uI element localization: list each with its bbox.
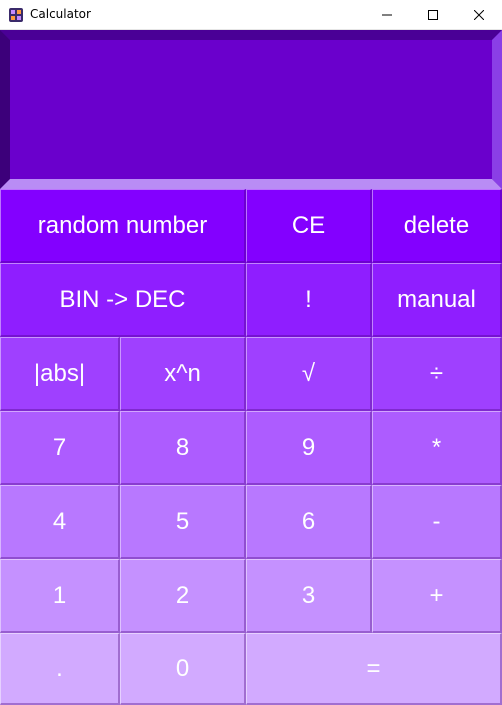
keypad: random number CE delete BIN -> DEC ! man… [0,189,502,705]
delete-button[interactable]: delete [372,189,502,263]
calculator-app-icon [8,7,24,23]
digit-7-button[interactable]: 7 [0,411,120,485]
minimize-button[interactable] [364,0,410,30]
random-number-button[interactable]: random number [0,189,246,263]
digit-9-button[interactable]: 9 [246,411,372,485]
maximize-button[interactable] [410,0,456,30]
digit-2-button[interactable]: 2 [120,559,246,633]
divide-button[interactable]: ÷ [372,337,502,411]
bin-to-dec-button[interactable]: BIN -> DEC [0,263,246,337]
abs-button[interactable]: |abs| [0,337,120,411]
display-bevel [0,30,502,189]
equals-button[interactable]: = [246,633,502,705]
multiply-button[interactable]: * [372,411,502,485]
power-button[interactable]: x^n [120,337,246,411]
window-title: Calculator [30,7,91,21]
digit-8-button[interactable]: 8 [120,411,246,485]
minus-button[interactable]: - [372,485,502,559]
digit-6-button[interactable]: 6 [246,485,372,559]
title-bar: Calculator [0,0,502,30]
digit-4-button[interactable]: 4 [0,485,120,559]
digit-1-button[interactable]: 1 [0,559,120,633]
display-panel [0,30,502,189]
square-root-button[interactable]: √ [246,337,372,411]
close-icon [474,10,484,20]
plus-button[interactable]: + [372,559,502,633]
minimize-icon [382,14,392,16]
clear-entry-button[interactable]: CE [246,189,372,263]
close-button[interactable] [456,0,502,30]
digit-5-button[interactable]: 5 [120,485,246,559]
manual-button[interactable]: manual [372,263,502,337]
decimal-point-button[interactable]: . [0,633,120,705]
factorial-button[interactable]: ! [246,263,372,337]
digit-0-button[interactable]: 0 [120,633,246,705]
digit-3-button[interactable]: 3 [246,559,372,633]
maximize-icon [428,10,438,20]
